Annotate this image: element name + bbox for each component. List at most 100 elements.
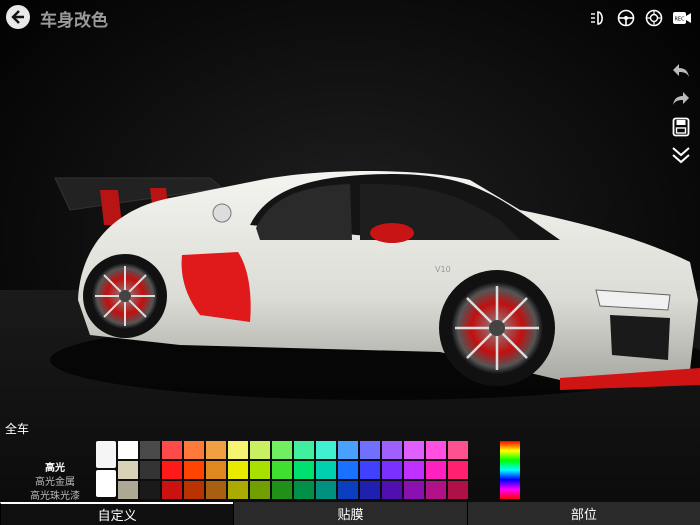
color-swatch[interactable] <box>382 461 402 479</box>
swatch-column <box>426 441 446 499</box>
tab-wrap[interactable]: 贴膜 <box>233 502 467 525</box>
swatch-column <box>294 441 314 499</box>
color-swatch[interactable] <box>382 481 402 499</box>
color-swatch[interactable] <box>360 461 380 479</box>
top-bar: 车身改色 REC <box>0 0 700 36</box>
redo-icon <box>673 92 689 105</box>
color-swatch[interactable] <box>404 461 424 479</box>
svg-text:REC: REC <box>674 17 685 23</box>
color-swatch[interactable] <box>140 441 160 459</box>
color-swatch[interactable] <box>404 441 424 459</box>
color-swatch[interactable] <box>184 461 204 479</box>
color-swatch[interactable] <box>206 481 226 499</box>
finish-list: 高光 高光金属 高光珠光漆 <box>20 462 90 504</box>
color-swatch[interactable] <box>162 481 182 499</box>
side-toolbar <box>670 60 692 166</box>
color-swatch[interactable] <box>294 461 314 479</box>
color-swatch[interactable] <box>184 441 204 459</box>
neutral-column-1 <box>96 441 116 499</box>
color-swatch[interactable] <box>272 461 292 479</box>
color-swatch[interactable] <box>426 461 446 479</box>
undo-icon <box>673 64 689 77</box>
color-swatch[interactable] <box>404 481 424 499</box>
custom-hue-picker[interactable] <box>500 441 520 499</box>
swatch-column <box>382 441 402 499</box>
color-swatch[interactable] <box>448 481 468 499</box>
color-swatch[interactable] <box>316 441 336 459</box>
v10-badge: V10 <box>435 265 451 274</box>
color-swatch[interactable] <box>360 481 380 499</box>
swatch-column <box>360 441 380 499</box>
color-swatch[interactable] <box>294 441 314 459</box>
finish-item[interactable]: 高光金属 <box>20 476 90 490</box>
color-swatch[interactable] <box>426 481 446 499</box>
color-swatch[interactable] <box>118 441 138 459</box>
color-swatch[interactable] <box>140 461 160 479</box>
paint-scope-label: 全车 <box>5 422 30 436</box>
swatch-column <box>448 441 468 499</box>
swatch-column <box>316 441 336 499</box>
color-swatch[interactable] <box>250 481 270 499</box>
color-swatch[interactable] <box>338 461 358 479</box>
color-swatch[interactable] <box>382 441 402 459</box>
wheel-icon <box>645 9 663 27</box>
color-swatch[interactable] <box>140 481 160 499</box>
page-title: 车身改色 <box>40 11 108 31</box>
color-swatch[interactable] <box>206 461 226 479</box>
color-swatch[interactable] <box>228 441 248 459</box>
color-swatch[interactable] <box>184 481 204 499</box>
color-swatch[interactable] <box>426 441 446 459</box>
color-swatch[interactable] <box>272 441 292 459</box>
hue-swatch-grid <box>162 441 468 499</box>
undo-button[interactable] <box>670 60 692 82</box>
color-swatch[interactable] <box>228 461 248 479</box>
color-palette <box>96 441 468 499</box>
swatch-column <box>250 441 270 499</box>
collapse-button[interactable] <box>670 144 692 166</box>
video-record-icon: REC <box>673 12 691 24</box>
color-swatch[interactable] <box>272 481 292 499</box>
color-swatch[interactable] <box>118 481 138 499</box>
color-swatch[interactable] <box>338 481 358 499</box>
steering-wheel-icon <box>617 9 635 27</box>
tab-custom[interactable]: 自定义 <box>0 502 234 525</box>
wheel-view-button[interactable] <box>644 8 664 28</box>
color-swatch[interactable] <box>96 470 116 497</box>
color-swatch[interactable] <box>448 461 468 479</box>
color-swatch[interactable] <box>206 441 226 459</box>
back-arrow-icon <box>11 10 24 24</box>
finish-item[interactable]: 高光 <box>20 462 90 476</box>
save-button[interactable] <box>670 116 692 138</box>
swatch-column <box>404 441 424 499</box>
color-swatch[interactable] <box>162 441 182 459</box>
color-swatch[interactable] <box>228 481 248 499</box>
color-swatch[interactable] <box>250 441 270 459</box>
neutral-column-2 <box>118 441 138 499</box>
color-swatch[interactable] <box>448 441 468 459</box>
swatch-column <box>184 441 204 499</box>
swatch-column <box>272 441 292 499</box>
swatch-column <box>228 441 248 499</box>
color-swatch[interactable] <box>250 461 270 479</box>
color-swatch[interactable] <box>338 441 358 459</box>
color-swatch[interactable] <box>360 441 380 459</box>
back-button[interactable] <box>6 5 30 29</box>
neutral-column-3 <box>140 441 160 499</box>
bottom-tab-bar: 自定义 贴膜 部位 <box>0 502 700 525</box>
color-swatch[interactable] <box>162 461 182 479</box>
top-toolbar: REC <box>588 8 692 28</box>
drive-view-button[interactable] <box>616 8 636 28</box>
color-swatch[interactable] <box>96 441 116 468</box>
color-swatch[interactable] <box>316 461 336 479</box>
color-swatch[interactable] <box>316 481 336 499</box>
color-swatch[interactable] <box>294 481 314 499</box>
color-swatch[interactable] <box>118 461 138 479</box>
record-button[interactable]: REC <box>672 8 692 28</box>
save-icon <box>672 117 690 137</box>
redo-button[interactable] <box>670 88 692 110</box>
tab-parts[interactable]: 部位 <box>466 502 700 525</box>
headlight-icon <box>591 11 603 25</box>
headlight-toggle[interactable] <box>588 8 608 28</box>
rear-wheel[interactable] <box>83 254 167 338</box>
front-wheel[interactable] <box>439 270 555 386</box>
